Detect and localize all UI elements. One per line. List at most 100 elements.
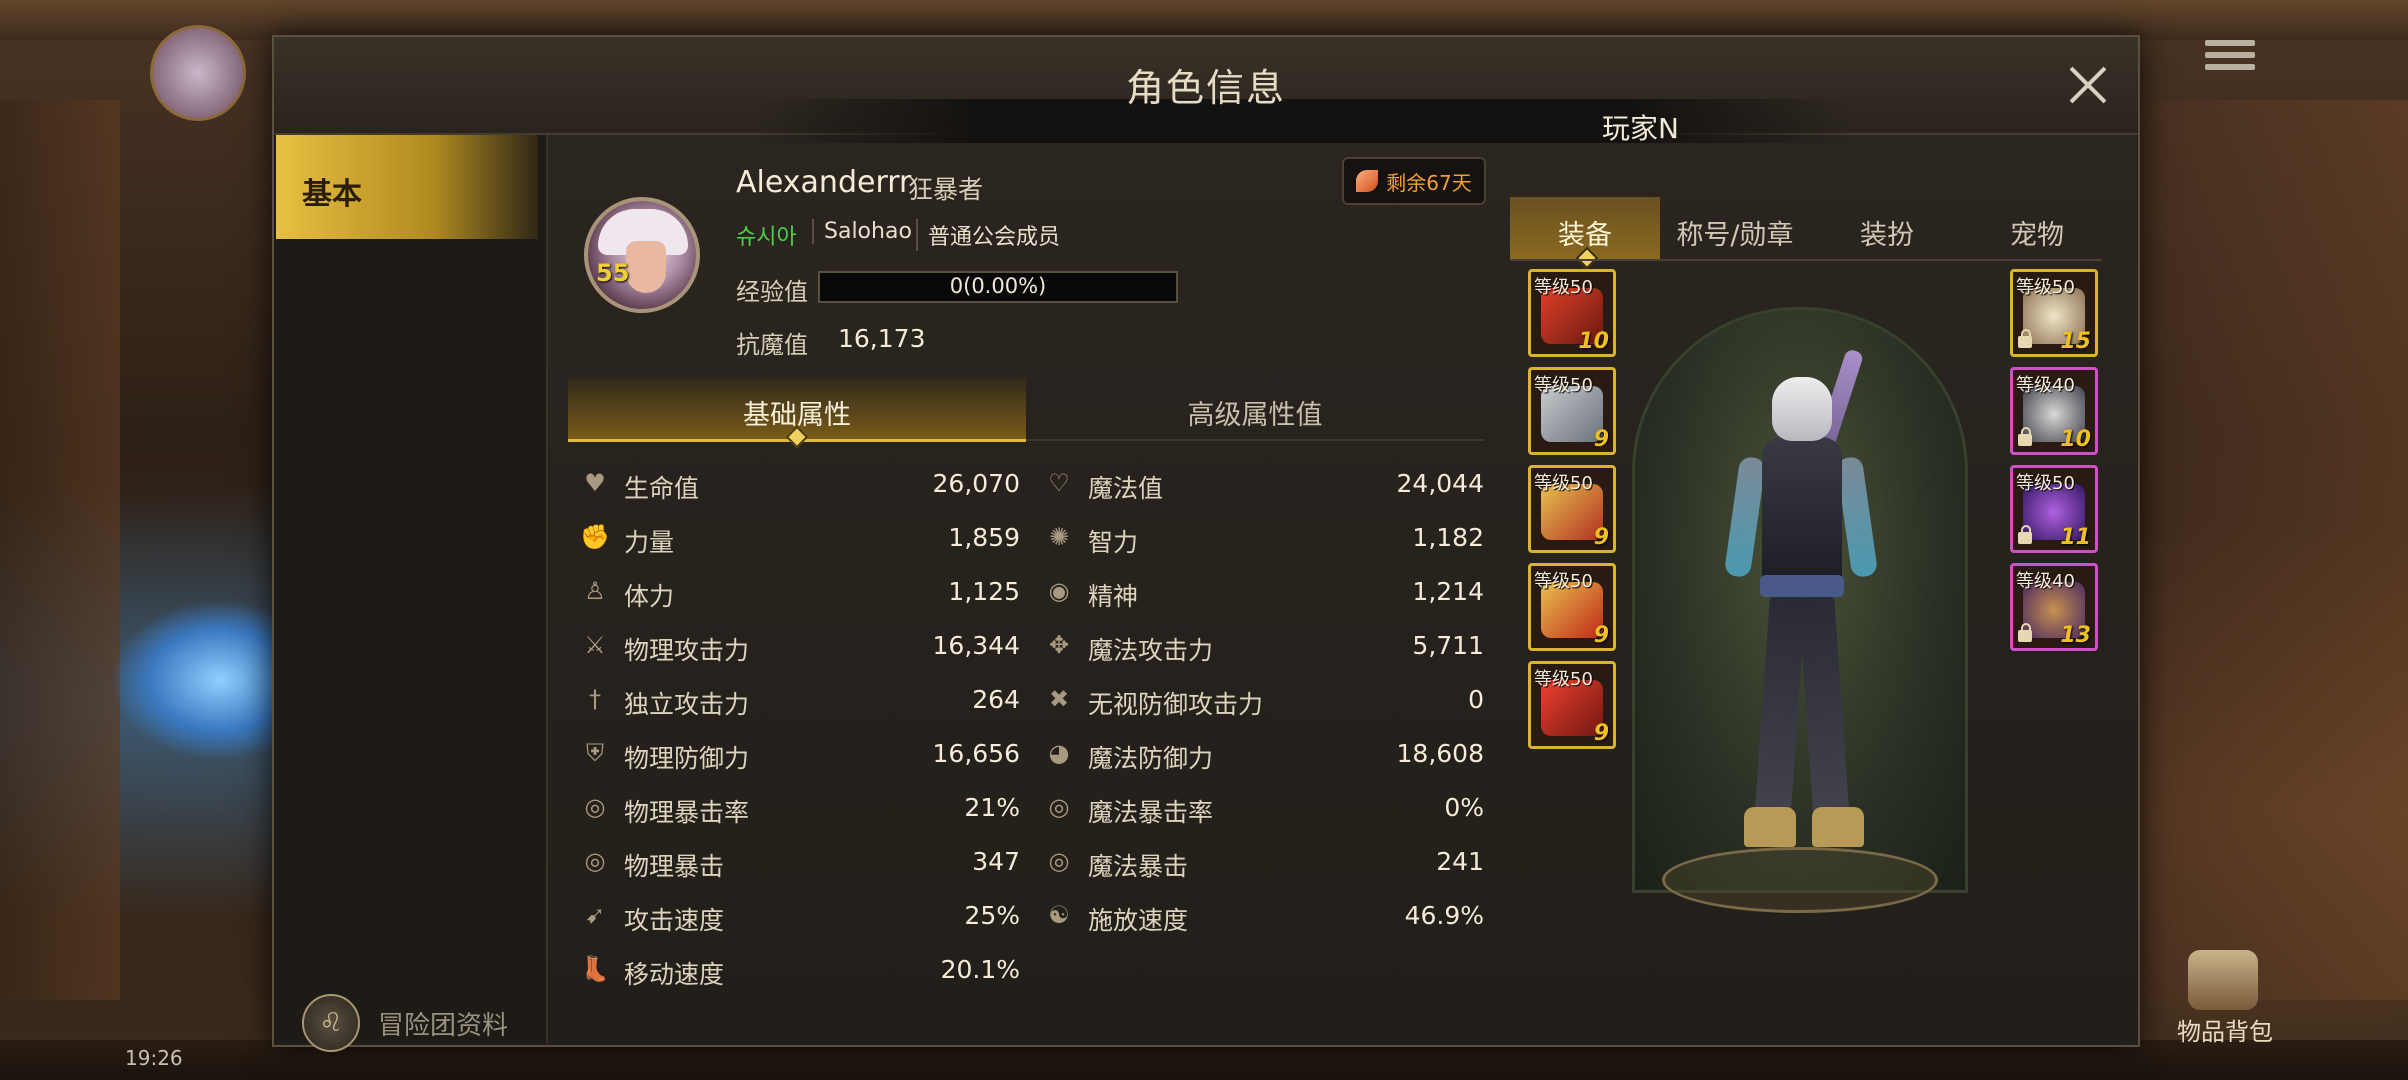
vitality-body-icon: ♙	[584, 577, 606, 605]
equip-slot-weapon[interactable]: 等级50 10	[1528, 269, 1616, 357]
sidebar-tab-basic[interactable]: 基本	[276, 135, 538, 239]
equip-enhance: 9	[1593, 525, 1609, 550]
ignore-defense-icon: ✖	[1048, 685, 1070, 713]
stat-label: 魔法值	[1088, 474, 1164, 503]
equip-enhance: 9	[1593, 721, 1609, 746]
stat-row-mp: ♡ 魔法值 24,044	[1044, 464, 1484, 504]
stat-value: 241	[1436, 847, 1484, 876]
inventory-bag-button[interactable]: 物品背包	[2170, 950, 2280, 1046]
equip-level: 等级50	[2016, 473, 2075, 494]
equip-enhance: 11	[2060, 525, 2091, 550]
feather-icon	[1356, 170, 1379, 192]
stat-value: 16,656	[932, 739, 1020, 768]
character-preview	[1622, 307, 1970, 927]
stat-label: 精神	[1088, 582, 1139, 611]
stat-label: 魔法暴击	[1088, 852, 1189, 881]
equip-slot-chest[interactable]: 等级50 9	[1528, 367, 1616, 455]
equip-level: 等级40	[2016, 571, 2075, 592]
equip-slot-subweapon[interactable]: 等级40 13	[2010, 563, 2098, 651]
tab-basic-attributes[interactable]: 基础属性	[568, 377, 1026, 449]
adventure-profile-button[interactable]: ♌ 冒险团资料	[302, 994, 508, 1052]
character-name: Alexanderrr	[736, 165, 912, 200]
magic-defense-icon: ◕	[1048, 739, 1070, 767]
character-head	[1772, 377, 1832, 441]
stat-row-independent-attack: † 独立攻击力 264	[580, 680, 1020, 720]
equip-slot-ring[interactable]: 等级50 11	[2010, 465, 2098, 553]
shield-icon: ⛨	[586, 739, 604, 767]
lock-icon	[2018, 525, 2032, 544]
character-belt	[1760, 575, 1844, 597]
equip-level: 等级40	[2016, 375, 2075, 396]
stat-value: 1,214	[1412, 577, 1484, 606]
stat-row-physical-defense: ⛨ 物理防御力 16,656	[580, 734, 1020, 774]
background-player-portrait[interactable]	[150, 25, 246, 121]
equip-slot-boots[interactable]: 等级50 9	[1528, 661, 1616, 749]
stat-value: 1,125	[948, 577, 1020, 606]
stat-row-cast-speed: ☯ 施放速度 46.9%	[1044, 896, 1484, 936]
equip-level: 等级50	[1534, 277, 1593, 298]
equip-level: 等级50	[2016, 277, 2075, 298]
boot-icon: 👢	[580, 955, 610, 983]
crit-target-icon: ◎	[1048, 793, 1070, 821]
stat-label: 无视防御攻击力	[1088, 690, 1264, 719]
stat-value: 1,859	[948, 523, 1020, 552]
avatar-face	[626, 241, 666, 293]
sidebar: 基本 ♌ 冒险团资料	[274, 135, 548, 1052]
guild-name[interactable]: Salohao	[812, 219, 912, 244]
bag-icon	[2188, 950, 2258, 1010]
stat-row-ignore-defense-attack: ✖ 无视防御攻击力 0	[1044, 680, 1484, 720]
tab-title-medal[interactable]: 称号/勋章	[1660, 197, 1810, 259]
tab-equipment[interactable]: 装备	[1510, 197, 1660, 270]
stat-value: 0%	[1444, 793, 1484, 822]
character-level: 55	[596, 259, 630, 287]
character-class: 狂暴者	[908, 175, 984, 204]
remaining-days-badge[interactable]: 剩余67天	[1342, 157, 1486, 205]
stat-value: 16,344	[932, 631, 1020, 660]
sword-icon: ⚔	[584, 631, 606, 659]
tab-advanced-attributes[interactable]: 高级属性值	[1026, 377, 1484, 441]
stat-row-magic-crit: ◎ 魔法暴击 241	[1044, 842, 1484, 882]
stat-label: 力量	[624, 528, 675, 557]
close-icon[interactable]	[2060, 57, 2116, 113]
remaining-days-text: 剩余67天	[1386, 170, 1472, 195]
equip-slot-legs[interactable]: 等级50 9	[1528, 465, 1616, 553]
character-boot	[1744, 807, 1796, 847]
tab-costume[interactable]: 装扮	[1812, 197, 1962, 259]
stat-row-move-speed: 👢 移动速度 20.1%	[580, 950, 1020, 990]
character-info-panel: 角色信息 玩家N 基本 ♌ 冒险团资料 55 Alexanderrr 狂暴者 슈…	[272, 35, 2140, 1052]
stage-floor-circle	[1662, 847, 1938, 913]
intelligence-icon: ✺	[1048, 523, 1070, 551]
equip-enhance: 9	[1593, 623, 1609, 648]
tab-title-medal-label: 称号/勋章	[1676, 220, 1794, 251]
stat-value: 26,070	[932, 469, 1020, 498]
stat-row-magic-crit-rate: ◎ 魔法暴击率 0%	[1044, 788, 1484, 828]
stat-row-magic-defense: ◕ 魔法防御力 18,608	[1044, 734, 1484, 774]
server-name: 슈시아	[736, 225, 797, 250]
stat-label: 施放速度	[1088, 906, 1189, 935]
equip-level: 等级50	[1534, 669, 1593, 690]
game-top-bar	[0, 0, 2408, 40]
main-menu-icon[interactable]	[2205, 40, 2255, 80]
equip-slot-necklace[interactable]: 等级40 10	[2010, 367, 2098, 455]
spirit-eye-icon: ◉	[1048, 577, 1070, 605]
stat-label: 物理暴击	[624, 852, 725, 881]
panel-title: 角色信息	[1125, 66, 1286, 110]
stat-value: 21%	[964, 793, 1020, 822]
tab-pet[interactable]: 宠物	[1962, 197, 2112, 259]
lock-icon	[2018, 623, 2032, 642]
equip-slot-bracelet[interactable]: 等级50 15	[2010, 269, 2098, 357]
stat-label: 物理防御力	[624, 744, 750, 773]
exp-text: 0(0.00%)	[949, 274, 1047, 298]
inventory-bag-label: 物品背包	[2177, 1018, 2273, 1046]
stat-row-spirit: ◉ 精神 1,214	[1044, 572, 1484, 612]
stat-value: 46.9%	[1404, 901, 1484, 930]
equip-enhance: 15	[2060, 329, 2091, 354]
independent-attack-icon: †	[589, 685, 601, 713]
equip-enhance: 9	[1593, 427, 1609, 452]
stat-label: 生命值	[624, 474, 700, 503]
stat-label: 攻击速度	[624, 906, 725, 935]
tab-costume-label: 装扮	[1860, 220, 1914, 251]
stat-label: 魔法防御力	[1088, 744, 1214, 773]
equip-slot-belt[interactable]: 等级50 9	[1528, 563, 1616, 651]
crit-target-icon: ◎	[584, 847, 606, 875]
